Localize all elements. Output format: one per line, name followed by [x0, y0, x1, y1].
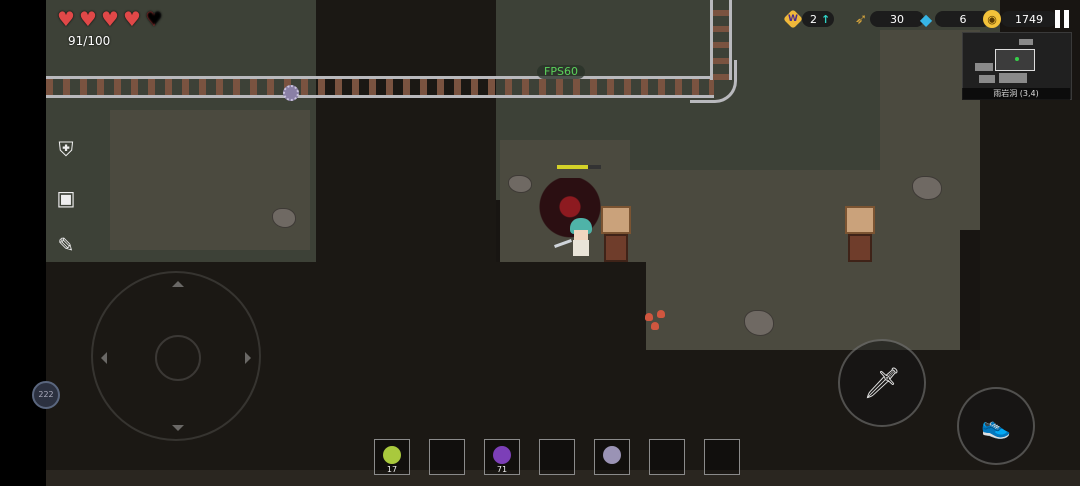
health-hearts: ♥ ♥ ♥ ♥ ♥ — [57, 9, 165, 29]
gold-stat: ◉ 1749 — [983, 10, 1057, 28]
mushroom — [645, 313, 653, 321]
rock — [744, 310, 774, 336]
level-stat: W 2 ↑ — [783, 9, 835, 29]
rail-track — [46, 74, 714, 100]
boss-health-bar — [557, 165, 601, 169]
player-character — [554, 218, 594, 262]
rock — [912, 176, 942, 200]
bow-stat: ➶ 30 — [852, 10, 924, 28]
joystick-up-arrow — [172, 275, 184, 287]
ping-badge[interactable]: 222 — [32, 381, 60, 409]
level-badge-icon: W — [783, 9, 803, 29]
level-value: 2 — [810, 12, 817, 26]
sword-icon: 🗡 — [862, 365, 902, 401]
bomb-icon — [493, 446, 511, 464]
joystick-down-arrow — [172, 425, 184, 437]
joystick-left-arrow — [95, 352, 107, 364]
inventory-slot[interactable]: 17 — [374, 439, 410, 475]
heart-icon: ♥ — [145, 9, 165, 29]
inventory-slot[interactable] — [429, 439, 465, 475]
inventory-slot[interactable]: 71 — [484, 439, 520, 475]
inventory-slot[interactable] — [704, 439, 740, 475]
rock — [508, 175, 532, 193]
game-screen: FPS60 ♥ ♥ ♥ ♥ ♥ 91/100 W 2 ↑ ➶ 30 ◆ 6 ◉ 1749 … — [0, 0, 1080, 486]
fps-counter: FPS60 — [537, 65, 585, 79]
slot-count: 71 — [496, 465, 508, 474]
heart-icon: ♥ — [123, 7, 141, 31]
inventory-slot[interactable] — [594, 439, 630, 475]
gem-stat: ◆ 6 — [917, 9, 991, 29]
minimap-label: 雨岩洞 (3,4) — [962, 88, 1070, 100]
gold-value: 1749 — [1015, 12, 1043, 26]
player-marker — [1015, 57, 1019, 61]
shoe-icon: 👟 — [981, 412, 1011, 440]
joystick-right-arrow — [245, 352, 257, 364]
mushroom — [651, 322, 659, 330]
heart-icon: ♥ — [101, 7, 119, 31]
minecart-crate — [601, 206, 631, 264]
inventory-slot[interactable] — [649, 439, 685, 475]
dash-button[interactable]: 👟 — [957, 387, 1035, 465]
bow-icon: ➶ — [854, 10, 868, 28]
gem-icon: ◆ — [919, 9, 933, 29]
slot-count: 17 — [386, 465, 398, 474]
leaf-icon — [383, 446, 401, 464]
heart-icon: ♥ — [79, 7, 97, 31]
inventory-slot[interactable] — [539, 439, 575, 475]
level-up-arrow-icon: ↑ — [821, 12, 831, 26]
attack-button[interactable]: 🗡 — [838, 339, 926, 427]
minecart-crate — [845, 206, 875, 264]
gold-coin-icon: ◉ — [983, 10, 1001, 28]
hp-text: 91/100 — [68, 34, 111, 48]
screen-bezel — [0, 0, 46, 486]
spike-icon — [603, 446, 621, 464]
skill-icon[interactable]: ✎ — [54, 233, 78, 257]
heart-icon: ♥ — [57, 7, 75, 31]
mushroom — [657, 310, 665, 318]
pause-button[interactable] — [1053, 10, 1071, 28]
backpack-icon[interactable]: ▣ — [54, 186, 78, 210]
gem-value: 6 — [959, 12, 967, 26]
shield-sword-icon[interactable]: ⛨ — [54, 137, 78, 161]
virtual-joystick[interactable] — [91, 271, 261, 441]
spike-ball-enemy — [283, 85, 299, 101]
bow-value: 30 — [890, 12, 904, 26]
cave-floor — [110, 110, 310, 250]
inventory-bar: 17 71 — [374, 439, 740, 475]
rail-curve — [690, 60, 737, 103]
joystick-knob[interactable] — [155, 335, 201, 381]
rock — [272, 208, 296, 228]
